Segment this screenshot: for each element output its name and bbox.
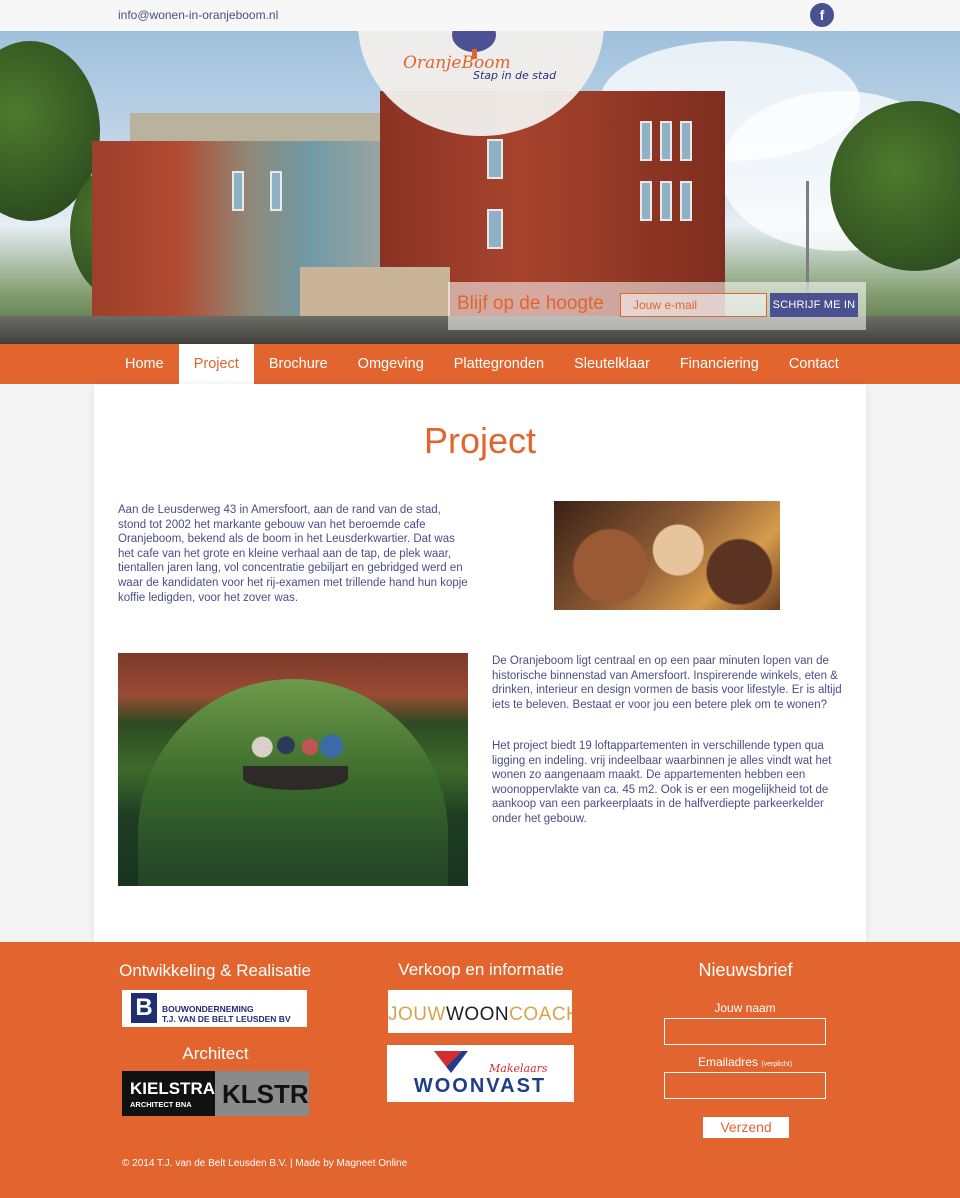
building-window xyxy=(680,121,692,161)
architect-title: Architect xyxy=(182,1044,249,1063)
belt-logo[interactable]: B BOUWONDERNEMING T.J. VAN DE BELT LEUSD… xyxy=(122,990,307,1027)
building-window xyxy=(487,139,503,179)
klstr-text: KLSTR xyxy=(222,1079,309,1109)
location-paragraph: De Oranjeboom ligt centraal en op een pa… xyxy=(492,655,842,711)
facebook-icon[interactable]: f xyxy=(810,3,834,27)
main-nav: Home Project Brochure Omgeving Plattegro… xyxy=(0,344,960,384)
sales-title: Verkoop en informatie xyxy=(398,960,564,979)
building-window xyxy=(270,171,282,211)
intro-paragraph: Aan de Leusderweg 43 in Amersfoort, aan … xyxy=(118,504,468,604)
jwc-part-jouw: JOUW xyxy=(388,1004,446,1025)
page-title: Project xyxy=(423,420,537,461)
newsletter-title: Nieuwsbrief xyxy=(698,960,793,980)
jouwwooncoach-text: JOUWWOONCOACH xyxy=(388,1004,572,1026)
building-window xyxy=(660,181,672,221)
jwc-part-coach: COACH xyxy=(509,1004,572,1025)
copyright-text: © 2014 T.J. van de Belt Leusden B.V. | M… xyxy=(122,1158,408,1169)
email-label-text: Emailadres xyxy=(697,1055,758,1069)
woonvast-logo[interactable]: Makelaars WOONVAST xyxy=(387,1045,574,1102)
building-window xyxy=(660,121,672,161)
development-title: Ontwikkeling & Realisatie xyxy=(119,961,311,980)
boat xyxy=(243,766,348,790)
jouwwooncoach-logo[interactable]: JOUWWOONCOACH xyxy=(388,990,572,1033)
kielstra-name: KIELSTRA xyxy=(130,1079,215,1098)
belt-logo-line1: BOUWONDERNEMING xyxy=(162,1004,254,1014)
woonvast-name: WOONVAST xyxy=(413,1075,547,1097)
top-bar: info@wonen-in-oranjeboom.nl f xyxy=(0,0,960,31)
building-window xyxy=(640,121,652,161)
nav-item-plattegronden[interactable]: Plattegronden xyxy=(439,344,559,384)
belt-logo-mark: B xyxy=(131,993,157,1023)
belt-logo-line2: T.J. VAN DE BELT LEUSDEN BV xyxy=(162,1014,291,1024)
email-required-note: (verplicht) xyxy=(761,1061,793,1068)
subscribe-email-input[interactable] xyxy=(620,293,767,317)
jwc-part-woon: WOON xyxy=(445,1004,510,1025)
kielstra-logo[interactable]: KIELSTRA ARCHITECT BNA KLSTR xyxy=(122,1071,309,1116)
project-paragraph: Het project biedt 19 loftappartementen i… xyxy=(492,740,832,825)
building-window xyxy=(640,181,652,221)
boat-passengers xyxy=(248,733,343,768)
subscribe-bar: Blijf op de hoogte SCHRIJF ME IN xyxy=(448,282,866,330)
nav-menu: Home Project Brochure Omgeving Plattegro… xyxy=(110,344,854,384)
newsletter-email-input[interactable] xyxy=(664,1072,826,1099)
canal-photo xyxy=(118,653,468,886)
building-window xyxy=(232,171,244,211)
building-window xyxy=(487,209,503,249)
newsletter-name-input[interactable] xyxy=(664,1018,826,1045)
logo-tagline: Stap in de stad xyxy=(473,69,557,82)
hero-banner: OranjeBoom Stap in de stad Blijf op de h… xyxy=(0,31,960,344)
nav-item-sleutelklaar[interactable]: Sleutelklaar xyxy=(559,344,665,384)
nav-item-home[interactable]: Home xyxy=(110,344,179,384)
subscribe-label: Blijf op de hoogte xyxy=(457,293,604,314)
nav-item-contact[interactable]: Contact xyxy=(774,344,854,384)
subscribe-button[interactable]: SCHRIJF ME IN xyxy=(770,293,858,317)
name-label: Jouw naam xyxy=(714,1001,776,1015)
nav-item-brochure[interactable]: Brochure xyxy=(254,344,343,384)
kielstra-logo-left: KIELSTRA ARCHITECT BNA xyxy=(122,1071,215,1116)
newsletter-submit-button[interactable]: Verzend xyxy=(703,1117,789,1138)
nav-item-financiering[interactable]: Financiering xyxy=(665,344,774,384)
footer: Ontwikkeling & Realisatie B BOUWONDERNEM… xyxy=(0,942,960,1198)
kielstra-subtitle: ARCHITECT BNA xyxy=(130,1100,192,1109)
nav-item-project[interactable]: Project xyxy=(178,344,254,384)
woonvast-mark-icon xyxy=(434,1051,468,1073)
woonvast-tagline: Makelaars xyxy=(489,1062,548,1075)
people-photo xyxy=(554,501,780,610)
klstr-logo: KLSTR xyxy=(215,1071,309,1116)
contact-email-link[interactable]: info@wonen-in-oranjeboom.nl xyxy=(118,8,278,22)
nav-item-omgeving[interactable]: Omgeving xyxy=(343,344,439,384)
building-window xyxy=(680,181,692,221)
content-panel: Project Aan de Leusderweg 43 in Amersfoo… xyxy=(94,384,866,942)
email-label: Emailadres (verplicht) xyxy=(664,1055,826,1069)
